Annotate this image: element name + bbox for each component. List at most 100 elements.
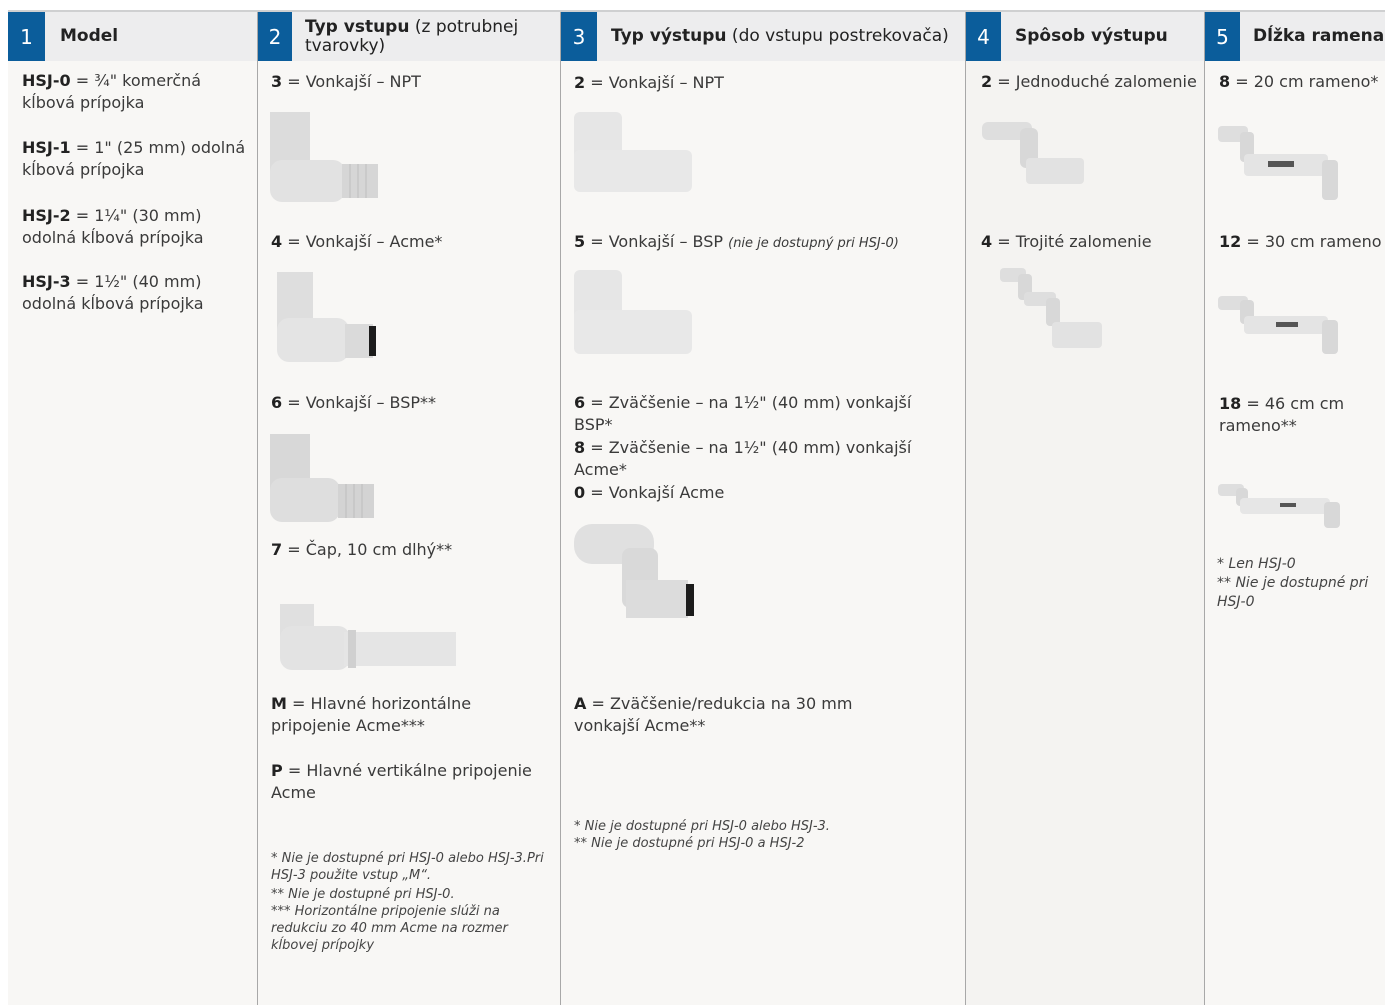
inlet-option: 3 = Vonkajší – NPT: [271, 71, 551, 93]
column-title: Dĺžka ramena: [1253, 12, 1384, 61]
option-code: 7: [271, 540, 283, 559]
option-text: = Jednoduché zalomenie: [992, 72, 1197, 91]
elbow-fitting-image: [277, 272, 376, 362]
column-header: 3 Typ výstupu (do vstupu postrekovača): [561, 12, 965, 61]
elbow-fitting-image: [270, 434, 374, 522]
column-title-bold: Spôsob výstupu: [1015, 26, 1168, 46]
arm-length-option: 12 = 30 cm rameno: [1219, 231, 1384, 253]
option-text: = Vonkajší – BSP: [585, 232, 729, 251]
triple-offset-image: [1000, 268, 1102, 348]
option-code: M: [271, 694, 287, 713]
column-title-bold: Model: [60, 26, 119, 46]
column-header: 4 Spôsob výstupu: [966, 12, 1204, 61]
step-badge: 3: [561, 12, 597, 61]
option-code: 2: [574, 73, 586, 92]
arm-length-option: 18 = 46 cm cm rameno**: [1219, 393, 1379, 437]
option-code: A: [574, 694, 587, 713]
footnotes: * Len HSJ-0 ** Nie je dostupné pri HSJ-0: [1217, 555, 1382, 612]
option-code: HSJ-1: [22, 138, 71, 157]
option-text: = Vonkajší – NPT: [585, 73, 724, 92]
option-code: 4: [271, 232, 283, 251]
outlet-option: 5 = Vonkajší – BSP (nie je dostupný pri …: [574, 231, 954, 255]
option-code: HSJ-2: [22, 206, 71, 225]
footnote: * Nie je dostupné pri HSJ-0 alebo HSJ-3.…: [271, 851, 544, 883]
footnote: * Len HSJ-0: [1217, 556, 1296, 572]
column-title-rest: (do vstupu postrekovača): [726, 26, 949, 46]
step-badge: 2: [258, 12, 292, 61]
step-badge: 4: [966, 12, 1001, 61]
option-text: = Zväčšenie/redukcia na 30 mm vonkajší A…: [574, 694, 853, 735]
option-text: = Hlavné horizontálne pripojenie Acme***: [271, 694, 472, 735]
inlet-option: 4 = Vonkajší – Acme*: [271, 231, 551, 253]
inlet-option: 7 = Čap, 10 cm dlhý**: [271, 539, 551, 561]
outlet-option: A = Zväčšenie/redukcia na 30 mm vonkajší…: [574, 693, 874, 737]
footnote: ** Nie je dostupné pri HSJ-0.: [271, 887, 455, 902]
column-divider: [560, 12, 561, 1005]
footnote: ** Nie je dostupné pri HSJ-0: [1217, 575, 1369, 610]
column-title-bold: Dĺžka ramena: [1253, 26, 1385, 46]
outlet-style-option: 4 = Trojité zalomenie: [981, 231, 1203, 253]
option-text: = 30 cm rameno: [1241, 232, 1382, 251]
footnote: * Nie je dostupné pri HSJ-0 alebo HSJ-3.: [574, 819, 830, 834]
inlet-option: M = Hlavné horizontálne pripojenie Acme*…: [271, 693, 551, 737]
option-text: = Trojité zalomenie: [992, 232, 1152, 251]
option-code: HSJ-3: [22, 272, 71, 291]
column-title: Spôsob výstupu: [1015, 12, 1168, 61]
option-code: 6: [574, 393, 586, 412]
option-code: 4: [981, 232, 993, 251]
inlet-option: 6 = Vonkajší – BSP**: [271, 392, 551, 414]
option-text: = Čap, 10 cm dlhý**: [282, 540, 453, 559]
option-note: (nie je dostupný pri HSJ-0): [728, 236, 899, 251]
column-divider: [257, 12, 258, 1005]
outlet-option: 6 = Zväčšenie – na 1½" (40 mm) vonkajší …: [574, 392, 954, 436]
option-code: 0: [574, 483, 586, 502]
option-code: 12: [1219, 232, 1242, 251]
option-text: = Vonkajší – Acme*: [282, 232, 443, 251]
column-header: 1 Model: [8, 12, 257, 61]
column-header: 2 Typ vstupu (z potrubnej tvarovky): [258, 12, 560, 61]
arm-image: [1218, 126, 1338, 200]
single-offset-image: [982, 122, 1084, 184]
option-code: 5: [574, 232, 586, 251]
option-code: 8: [1219, 72, 1231, 91]
option-code: 8: [574, 438, 586, 457]
model-option: HSJ-0 = ¾" komerčná kĺbová prípojka: [22, 70, 247, 114]
elbow-outlet-image: [574, 112, 692, 192]
option-text: = 20 cm rameno*: [1230, 72, 1379, 91]
option-code: HSJ-0: [22, 71, 71, 90]
step-badge: 1: [8, 12, 45, 61]
arm-image: [1218, 296, 1338, 354]
option-text: = Hlavné vertikálne pripojenie Acme: [271, 761, 532, 802]
option-text: = Vonkajší – BSP**: [282, 393, 437, 412]
column-title-bold: Typ výstupu: [611, 26, 727, 46]
column-title: Typ vstupu (z potrubnej tvarovky): [305, 12, 545, 61]
option-text: = Vonkajší Acme: [585, 483, 725, 502]
option-code: 2: [981, 72, 993, 91]
column-title: Typ výstupu (do vstupu postrekovača): [611, 12, 949, 61]
option-code: P: [271, 761, 283, 780]
option-code: 3: [271, 72, 283, 91]
option-text: = Zväčšenie – na 1½" (40 mm) vonkajší Ac…: [574, 438, 912, 479]
footnotes: * Nie je dostupné pri HSJ-0 alebo HSJ-3.…: [574, 818, 954, 852]
outlet-option: 8 = Zväčšenie – na 1½" (40 mm) vonkajší …: [574, 437, 954, 481]
model-option: HSJ-3 = 1½" (40 mm) odolná kĺbová prípoj…: [22, 271, 247, 315]
option-code: 18: [1219, 394, 1242, 413]
step-badge: 5: [1205, 12, 1240, 61]
arm-length-option: 8 = 20 cm rameno*: [1219, 71, 1384, 93]
model-option: HSJ-2 = 1¼" (30 mm) odolná kĺbová prípoj…: [22, 205, 247, 249]
column-divider: [965, 12, 966, 1005]
column-header: 5 Dĺžka ramena: [1205, 12, 1385, 61]
footnote: ** Nie je dostupné pri HSJ-0 a HSJ-2: [574, 836, 805, 851]
column-title: Model: [60, 12, 118, 61]
inlet-option: P = Hlavné vertikálne pripojenie Acme: [271, 760, 551, 804]
outlet-style-option: 2 = Jednoduché zalomenie: [981, 71, 1203, 93]
column-divider: [1204, 12, 1205, 1005]
footnote: *** Horizontálne pripojenie slúži na red…: [271, 904, 508, 953]
outlet-option: 2 = Vonkajší – NPT: [574, 72, 954, 94]
elbow-fitting-image: [270, 112, 378, 202]
arm-image: [1218, 484, 1340, 528]
column-title-bold: Typ vstupu: [305, 16, 410, 37]
outlet-option: 0 = Vonkajší Acme: [574, 482, 954, 504]
footnotes: * Nie je dostupné pri HSJ-0 alebo HSJ-3.…: [271, 850, 551, 954]
offset-acme-image: [574, 524, 694, 618]
